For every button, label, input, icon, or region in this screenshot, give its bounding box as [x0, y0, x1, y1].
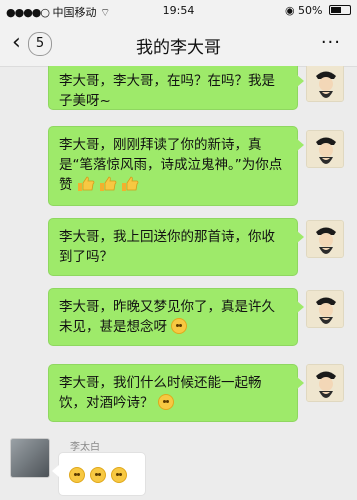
- thumbs-up-icon: [121, 176, 139, 198]
- avatar[interactable]: [306, 66, 344, 102]
- smile-emoji-icon: [69, 467, 85, 483]
- message-bubble[interactable]: 李大哥，李大哥，在吗？在吗？我是子美呀~: [48, 66, 304, 110]
- status-right: ◉ 50%: [285, 4, 351, 17]
- avatar[interactable]: [306, 130, 344, 168]
- chat-area[interactable]: 李大哥，李大哥，在吗？在吗？我是子美呀~ 李大哥，刚刚拜读了你的新诗，真是“笔落…: [0, 66, 357, 500]
- battery-percent: 50%: [298, 4, 323, 17]
- message-text: 李大哥，昨晚又梦见你了，真是许久未见，甚是想念呀: [59, 299, 275, 335]
- status-bar: ●●●●○ 中国移动 ⌔ 19:54 ◉ 50%: [0, 0, 357, 22]
- smile-emoji-icon: [171, 318, 188, 334]
- message-text: 李大哥，李大哥，在吗？在吗？我是子美呀~: [59, 73, 275, 109]
- thumbs-up-icon: [77, 176, 95, 198]
- avatar[interactable]: [306, 364, 344, 402]
- reply-bubble[interactable]: [52, 452, 146, 496]
- sender-avatar[interactable]: [10, 438, 50, 478]
- message-bubble[interactable]: 李大哥，我们什么时候还能一起畅饮，对酒吟诗？: [48, 364, 304, 422]
- thumbs-up-icon: [99, 176, 117, 198]
- sender-name: 李太白: [70, 442, 100, 453]
- rotation-lock-icon: ◉: [284, 4, 295, 17]
- battery-icon: [329, 5, 351, 15]
- smile-emoji-icon: [90, 467, 107, 483]
- avatar[interactable]: [306, 290, 344, 328]
- smile-emoji-icon: [157, 394, 174, 410]
- more-dots-icon[interactable]: ···: [321, 32, 341, 53]
- smile-emoji-icon: [111, 467, 128, 483]
- chat-title: 我的李大哥: [136, 38, 221, 58]
- nav-bar: ‹ 5 我的李大哥 ···: [0, 22, 357, 67]
- message-text: 李大哥，我上回送你的那首诗，你收到了吗？: [59, 229, 275, 265]
- message-bubble[interactable]: 李大哥，我上回送你的那首诗，你收到了吗？: [48, 218, 304, 276]
- message-bubble[interactable]: 李大哥，刚刚拜读了你的新诗，真是“笔落惊风雨，诗成泣鬼神。”为你点赞: [48, 126, 304, 206]
- avatar[interactable]: [306, 220, 344, 258]
- message-bubble[interactable]: 李大哥，昨晚又梦见你了，真是许久未见，甚是想念呀: [48, 288, 304, 346]
